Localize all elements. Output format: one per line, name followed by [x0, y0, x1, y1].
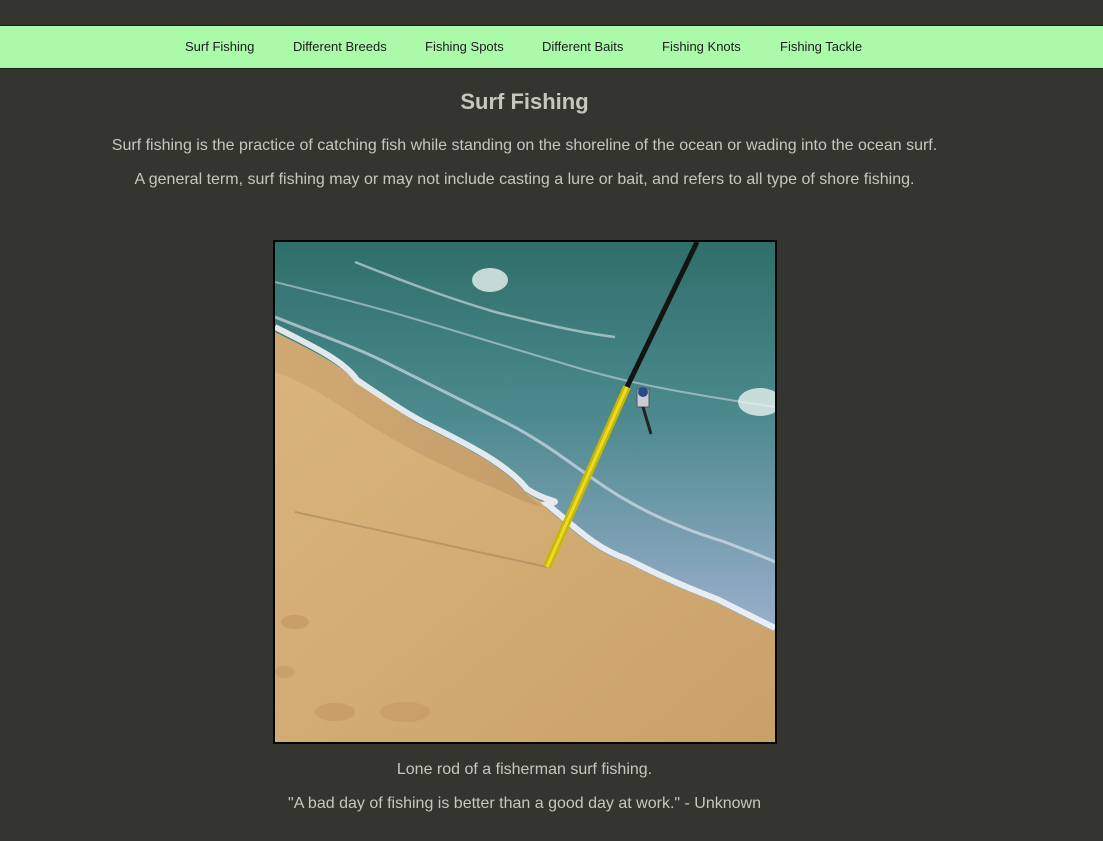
fishing-quote: "A bad day of fishing is better than a g…	[288, 795, 761, 812]
page-title: Surf Fishing	[460, 89, 589, 114]
nav-link-fishing-spots[interactable]: Fishing Spots	[425, 26, 504, 68]
beach-rod-illustration	[275, 242, 775, 742]
nav-link-fishing-knots[interactable]: Fishing Knots	[662, 26, 741, 68]
intro-paragraph: Surf fishing is the practice of catching…	[111, 137, 938, 154]
description-paragraph: A general term, surf fishing may or may …	[134, 171, 915, 188]
main-navbar: Surf Fishing Different Breeds Fishing Sp…	[0, 25, 1103, 69]
top-strip	[0, 0, 1103, 25]
nav-link-different-baits[interactable]: Different Baits	[542, 26, 623, 68]
nav-link-surf-fishing[interactable]: Surf Fishing	[185, 26, 254, 68]
nav-link-different-breeds[interactable]: Different Breeds	[293, 26, 387, 68]
nav-link-fishing-tackle[interactable]: Fishing Tackle	[780, 26, 862, 68]
surf-fishing-photo	[273, 240, 777, 744]
photo-caption: Lone rod of a fisherman surf fishing.	[396, 761, 653, 778]
